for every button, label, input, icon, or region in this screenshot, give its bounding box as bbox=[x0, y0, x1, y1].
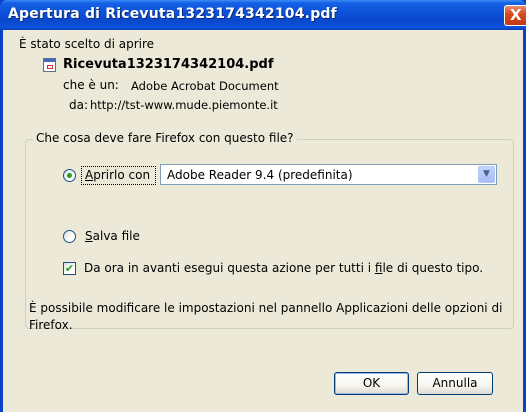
action-group-legend: Che cosa deve fare Firefox con questo fi… bbox=[33, 131, 297, 145]
window-title: Apertura di Ricevuta1323174342104.pdf bbox=[8, 6, 337, 22]
save-file-accesskey: S bbox=[85, 229, 93, 243]
open-with-label-rest: prirlo con bbox=[93, 168, 151, 182]
cancel-button[interactable]: Annulla bbox=[417, 372, 493, 395]
title-bar[interactable]: Apertura di Ricevuta1323174342104.pdf X bbox=[0, 0, 526, 30]
remember-checkbox[interactable]: ✔ bbox=[63, 262, 76, 275]
document-icon bbox=[43, 58, 56, 72]
save-file-radio[interactable] bbox=[63, 230, 76, 243]
open-with-accesskey: A bbox=[85, 168, 94, 182]
intro-text: È stato scelto di aprire bbox=[19, 37, 155, 51]
app-select[interactable]: Adobe Reader 9.4 (predefinita) ▼ bbox=[160, 164, 497, 185]
file-type-value: Adobe Acrobat Document bbox=[131, 79, 279, 93]
footer-note-line1: È possibile modificare le impostazioni n… bbox=[29, 301, 503, 315]
ok-button[interactable]: OK bbox=[334, 372, 409, 395]
close-button[interactable]: X bbox=[504, 5, 526, 26]
remember-label-before: Da ora in avanti esegui questa azione pe… bbox=[84, 261, 375, 275]
remember-label-after: ile di questo tipo. bbox=[382, 261, 484, 275]
file-source-label: da: bbox=[69, 98, 89, 112]
open-with-label[interactable]: Aprirlo con bbox=[85, 168, 150, 182]
remember-label[interactable]: Da ora in avanti esegui questa azione pe… bbox=[84, 261, 483, 275]
save-file-label[interactable]: Salva file bbox=[85, 229, 140, 243]
app-select-value: Adobe Reader 9.4 (predefinita) bbox=[167, 168, 353, 182]
file-open-dialog: Apertura di Ricevuta1323174342104.pdf X … bbox=[0, 0, 526, 412]
open-with-radio[interactable] bbox=[63, 169, 76, 182]
close-icon: X bbox=[510, 6, 522, 24]
file-name: Ricevuta1323174342104.pdf bbox=[63, 57, 274, 72]
save-file-label-rest: alva file bbox=[92, 229, 140, 243]
file-type-label: che è un: bbox=[63, 78, 119, 92]
file-source-value: http://tst-www.mude.piemonte.it bbox=[90, 98, 278, 112]
footer-note-line2: Firefox. bbox=[29, 318, 73, 332]
chevron-down-icon[interactable]: ▼ bbox=[478, 166, 495, 183]
